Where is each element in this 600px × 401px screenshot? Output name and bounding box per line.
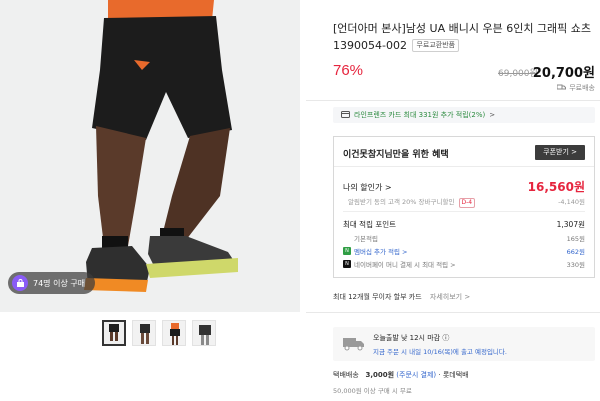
delivery-title: 오늘출발 낮 12시 마감 ⓘ bbox=[373, 334, 450, 342]
product-title-text: [언더아머 본사]남성 UA 배니시 우븐 6인치 그래픽 쇼츠1390054-… bbox=[333, 22, 592, 52]
installment-info: 최대 12개월 무이자 할부 카드 자세히보기 > bbox=[333, 292, 470, 302]
my-discount-price: 16,560원 bbox=[527, 180, 585, 194]
installment-text: 최대 12개월 무이자 할부 카드 bbox=[333, 293, 422, 301]
free-shipping-condition: 50,000원 이상 구매 시 무료 bbox=[333, 387, 412, 395]
points-row-basic: 기본적립 165원 bbox=[343, 232, 585, 244]
cart-discount-line: 알림받기 동의 고객 20% 장바구니할인 D-4 bbox=[348, 196, 476, 208]
points-row-label: N 네이버페이 머니 결제 시 최대 적립 > bbox=[343, 259, 567, 269]
shipping-row: 택배배송 3,000원 (주문시 결제) · 롯데택배 bbox=[333, 370, 469, 380]
benefit-box: 이건못참지님만을 위한 혜택 쿠폰받기 > 나의 할인가 > 16,560원 알… bbox=[333, 136, 595, 278]
benefit-header: 이건못참지님만을 위한 혜택 쿠폰받기 > bbox=[334, 137, 594, 167]
product-info-panel: [언더아머 본사]남성 UA 배니시 우븐 6인치 그래픽 쇼츠1390054-… bbox=[306, 0, 600, 401]
benefit-title: 이건못참지님만을 위한 혜택 bbox=[343, 150, 449, 160]
shipping-label: 택배배송 bbox=[333, 371, 359, 379]
sale-price: 20,700원 bbox=[532, 66, 595, 81]
divider bbox=[306, 312, 600, 313]
max-points-label: 최대 적립 포인트 bbox=[343, 220, 397, 229]
thumbnail-3[interactable] bbox=[162, 320, 186, 346]
npay-icon: N bbox=[343, 260, 351, 268]
chevron-right-icon: > bbox=[489, 111, 496, 119]
truck-icon bbox=[556, 84, 567, 93]
thumbnail-2[interactable] bbox=[132, 320, 156, 346]
box-divider bbox=[343, 211, 585, 212]
points-row-membership[interactable]: N 멤버십 추가 적립 > 662원 bbox=[343, 245, 585, 257]
shipping-fee-note: (주문시 결제) bbox=[396, 371, 437, 379]
bag-icon bbox=[12, 275, 28, 291]
points-row-label: N 멤버십 추가 적립 > bbox=[343, 246, 567, 256]
product-photo bbox=[0, 0, 300, 312]
shipping-carrier: · 롯데택배 bbox=[438, 371, 469, 379]
thumbnail-strip bbox=[102, 320, 216, 346]
points-basic-value: 165원 bbox=[566, 235, 585, 243]
card-benefit-text: 라인프렌즈 카드 최대 331원 추가 적립(2%) bbox=[354, 111, 486, 119]
original-price: 69,000원 bbox=[498, 69, 538, 79]
cart-discount-value: -4,140원 bbox=[558, 198, 585, 206]
free-return-tag: 무료교환반품 bbox=[412, 39, 460, 52]
points-npay-label: 네이버페이 머니 결제 시 최대 적립 > bbox=[354, 261, 456, 269]
points-row-label: 기본적립 bbox=[343, 233, 567, 243]
points-row-npay[interactable]: N 네이버페이 머니 결제 시 최대 적립 > 330원 bbox=[343, 258, 585, 270]
discount-rate: 76% bbox=[333, 62, 364, 79]
product-main-image[interactable]: 74명 이상 구매 bbox=[0, 0, 300, 312]
coupon-button[interactable]: 쿠폰받기 > bbox=[535, 145, 585, 160]
shipping-fee: 3,000원 bbox=[365, 371, 395, 379]
delivery-subtitle: 지금 주문 시 내일 10/16(목)에 출고 예정입니다. bbox=[373, 348, 507, 356]
my-discount-price-label[interactable]: 나의 할인가 > bbox=[343, 182, 392, 193]
points-membership-label: 멤버십 추가 적립 > bbox=[354, 248, 408, 256]
free-shipping-text: 무료배송 bbox=[569, 84, 595, 92]
divider bbox=[306, 100, 600, 101]
points-basic-label: 기본적립 bbox=[354, 235, 378, 243]
product-title: [언더아머 본사]남성 UA 배니시 우븐 6인치 그래픽 쇼츠1390054-… bbox=[333, 20, 600, 54]
free-shipping-label: 무료배송 bbox=[556, 83, 595, 93]
buyer-count-badge: 74명 이상 구매 bbox=[8, 272, 96, 294]
membership-icon: N bbox=[343, 247, 351, 255]
thumbnail-1[interactable] bbox=[102, 320, 126, 346]
max-points-total: 1,307원 bbox=[556, 220, 585, 229]
credit-card-icon bbox=[341, 110, 350, 120]
points-membership-value: 662원 bbox=[566, 248, 585, 256]
installment-more-link[interactable]: 자세히보기 > bbox=[430, 293, 470, 301]
card-benefit-banner[interactable]: 라인프렌즈 카드 최대 331원 추가 적립(2%) > bbox=[333, 107, 595, 123]
buyer-count-text: 74명 이상 구매 bbox=[33, 278, 86, 288]
truck-icon bbox=[343, 336, 365, 353]
points-npay-value: 330원 bbox=[566, 261, 585, 269]
d-day-badge: D-4 bbox=[458, 198, 476, 208]
delivery-notice: 오늘출발 낮 12시 마감 ⓘ 지금 주문 시 내일 10/16(목)에 출고 … bbox=[333, 327, 595, 361]
cart-discount-text: 알림받기 동의 고객 20% 장바구니할인 bbox=[348, 198, 455, 206]
thumbnail-4[interactable] bbox=[192, 320, 216, 346]
